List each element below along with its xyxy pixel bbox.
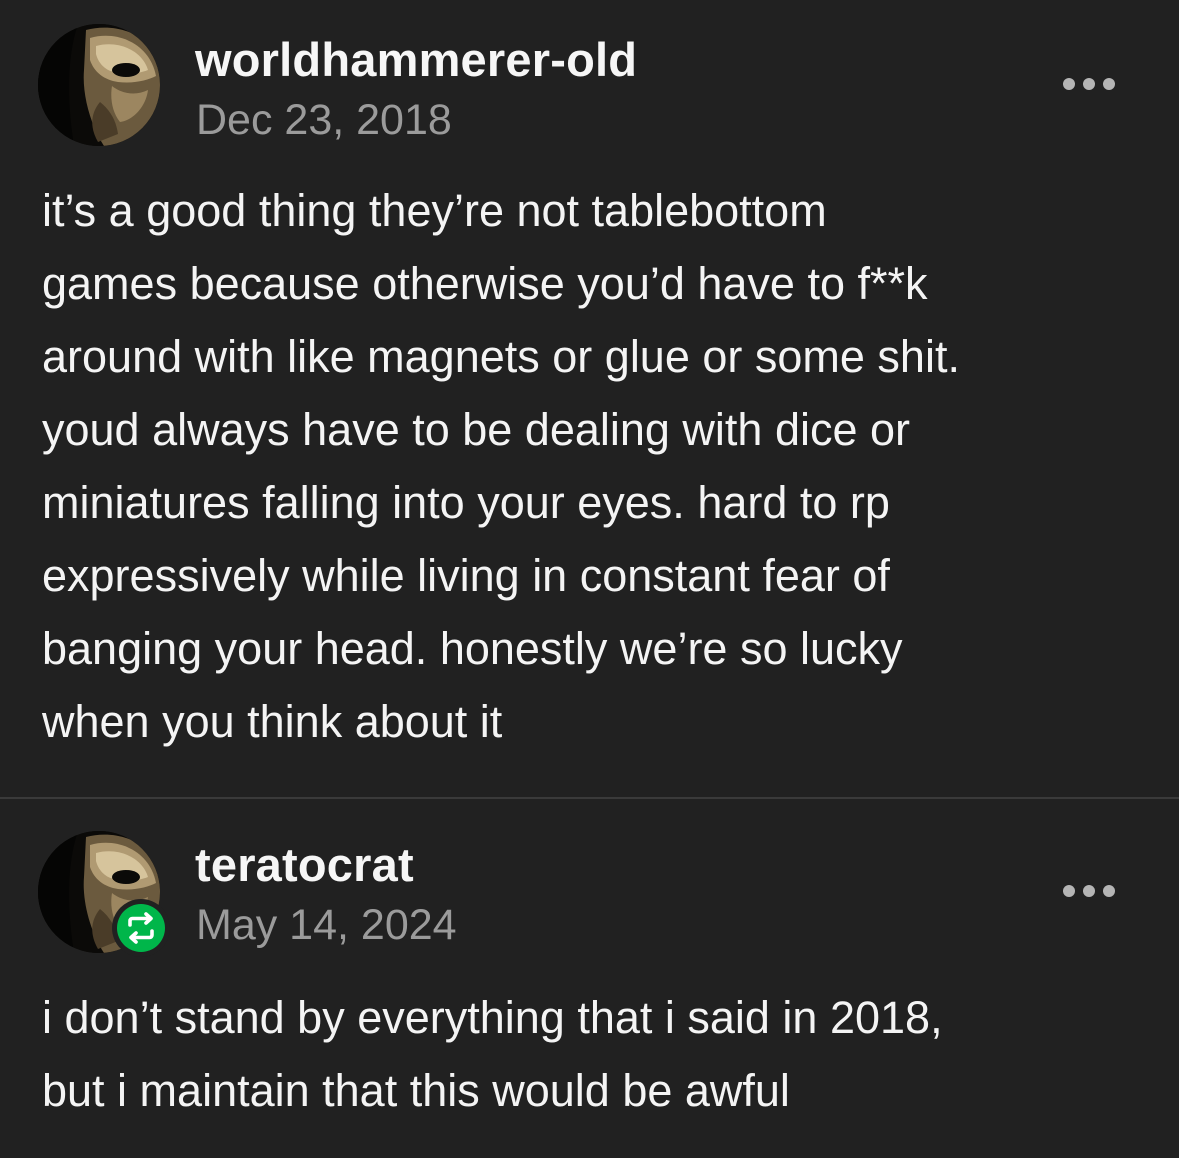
- username[interactable]: teratocrat: [195, 837, 414, 893]
- username[interactable]: worldhammerer-old: [195, 32, 637, 88]
- avatar[interactable]: [38, 24, 160, 146]
- post-body: it’s a good thing they’re not tablebotto…: [42, 185, 960, 747]
- post-body: i don’t stand by everything that i said …: [42, 992, 943, 1116]
- reblog-badge: [112, 899, 170, 957]
- more-options-icon[interactable]: [1061, 881, 1117, 901]
- more-options-icon[interactable]: [1061, 74, 1117, 94]
- venetian-mask-avatar: [38, 24, 160, 146]
- post-original: worldhammerer-old Dec 23, 2018 it’s a go…: [0, 0, 1179, 798]
- reblog-icon: [128, 912, 154, 944]
- post-reblog: teratocrat May 14, 2024 i don’t stand by…: [0, 799, 1179, 1158]
- post-date[interactable]: May 14, 2024: [196, 899, 457, 951]
- post-date[interactable]: Dec 23, 2018: [196, 94, 452, 146]
